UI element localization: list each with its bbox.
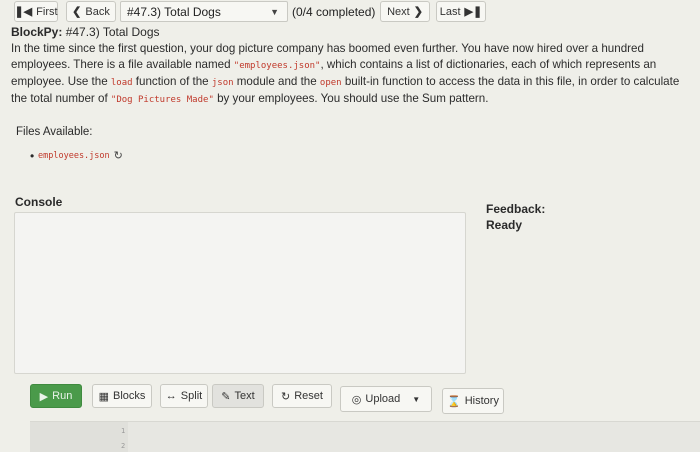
progress-text: (0/4 completed) (292, 5, 376, 19)
code-json: json (211, 78, 234, 88)
history-label: History (464, 395, 499, 407)
upload-icon: ◎ (351, 393, 362, 406)
line-number: 2 (121, 442, 126, 450)
line-number-gutter: 1 2 (30, 422, 128, 452)
problem-description: In the time since the first question, yo… (11, 41, 695, 108)
next-label: Next (387, 5, 410, 18)
text-label: Text (234, 390, 255, 402)
history-button[interactable]: ⌛ History (442, 388, 504, 414)
next-button[interactable]: Next ❯ (380, 1, 430, 22)
play-icon: ▶ (39, 390, 49, 403)
problem-navigation: ❚◀ First ❮ Back #47.3) Total Dogs ▼ (0/4… (0, 0, 700, 24)
line-number: 1 (121, 427, 126, 435)
first-button[interactable]: ❚◀ First (14, 1, 58, 22)
files-available-label: Files Available: (16, 126, 93, 138)
reset-label: Reset (294, 390, 323, 402)
split-button[interactable]: ↔ Split (160, 384, 208, 408)
feedback-status: Ready (486, 218, 523, 232)
problem-select-value: #47.3) Total Dogs (127, 4, 221, 19)
caret-down-icon: ▼ (270, 7, 279, 17)
skip-first-icon: ❚◀ (14, 6, 33, 18)
file-link-employees-json[interactable]: employees.json ↻ (38, 149, 123, 162)
blocks-button[interactable]: ▦ Blocks (92, 384, 152, 408)
code-dog-pictures-made: "Dog Pictures Made" (110, 95, 214, 105)
grid-icon: ▦ (98, 390, 109, 403)
upload-button[interactable]: ◎ Upload ▼ (340, 386, 432, 412)
blocks-label: Blocks (113, 390, 146, 402)
caret-down-icon: ▼ (412, 394, 421, 404)
title-rest: #47.3) Total Dogs (62, 25, 160, 39)
last-label: Last (439, 5, 461, 18)
problem-title: BlockPy: #47.3) Total Dogs (11, 25, 160, 39)
first-label: First (36, 5, 58, 18)
desc-text-3: function of the (132, 75, 212, 88)
split-arrows-icon: ↔ (165, 390, 177, 402)
external-link-icon: ↻ (113, 150, 123, 162)
chevron-left-icon: ❮ (72, 6, 82, 18)
problem-select[interactable]: #47.3) Total Dogs ▼ (120, 1, 288, 22)
back-label: Back (85, 5, 110, 18)
refresh-icon: ↻ (281, 390, 291, 403)
reset-button[interactable]: ↻ Reset (272, 384, 332, 408)
console-output[interactable] (14, 212, 466, 374)
run-button[interactable]: ▶ Run (30, 384, 82, 408)
desc-text-6: by your employees. You should use the Su… (213, 92, 489, 105)
text-button[interactable]: ✎ Text (212, 384, 264, 408)
last-button[interactable]: Last ▶❚ (436, 1, 486, 22)
code-open: open (319, 78, 342, 88)
feedback-title: Feedback: (486, 202, 546, 216)
run-label: Run (52, 390, 73, 402)
skip-last-icon: ▶❚ (464, 6, 483, 18)
code-editor[interactable]: 1 2 (30, 421, 700, 452)
split-label: Split (180, 390, 203, 402)
title-prefix: BlockPy: (11, 25, 63, 39)
back-button[interactable]: ❮ Back (66, 1, 116, 22)
chevron-right-icon: ❯ (413, 6, 423, 18)
code-employees-json: "employees.json" (233, 61, 321, 71)
console-label: Console (15, 195, 63, 209)
hourglass-icon: ⌛ (447, 395, 461, 408)
upload-label: Upload (365, 393, 401, 405)
code-load: load (110, 78, 133, 88)
bullet: • (30, 149, 35, 163)
file-name: employees.json (38, 150, 110, 161)
desc-text-4: module and the (233, 75, 320, 88)
pencil-icon: ✎ (221, 390, 231, 403)
